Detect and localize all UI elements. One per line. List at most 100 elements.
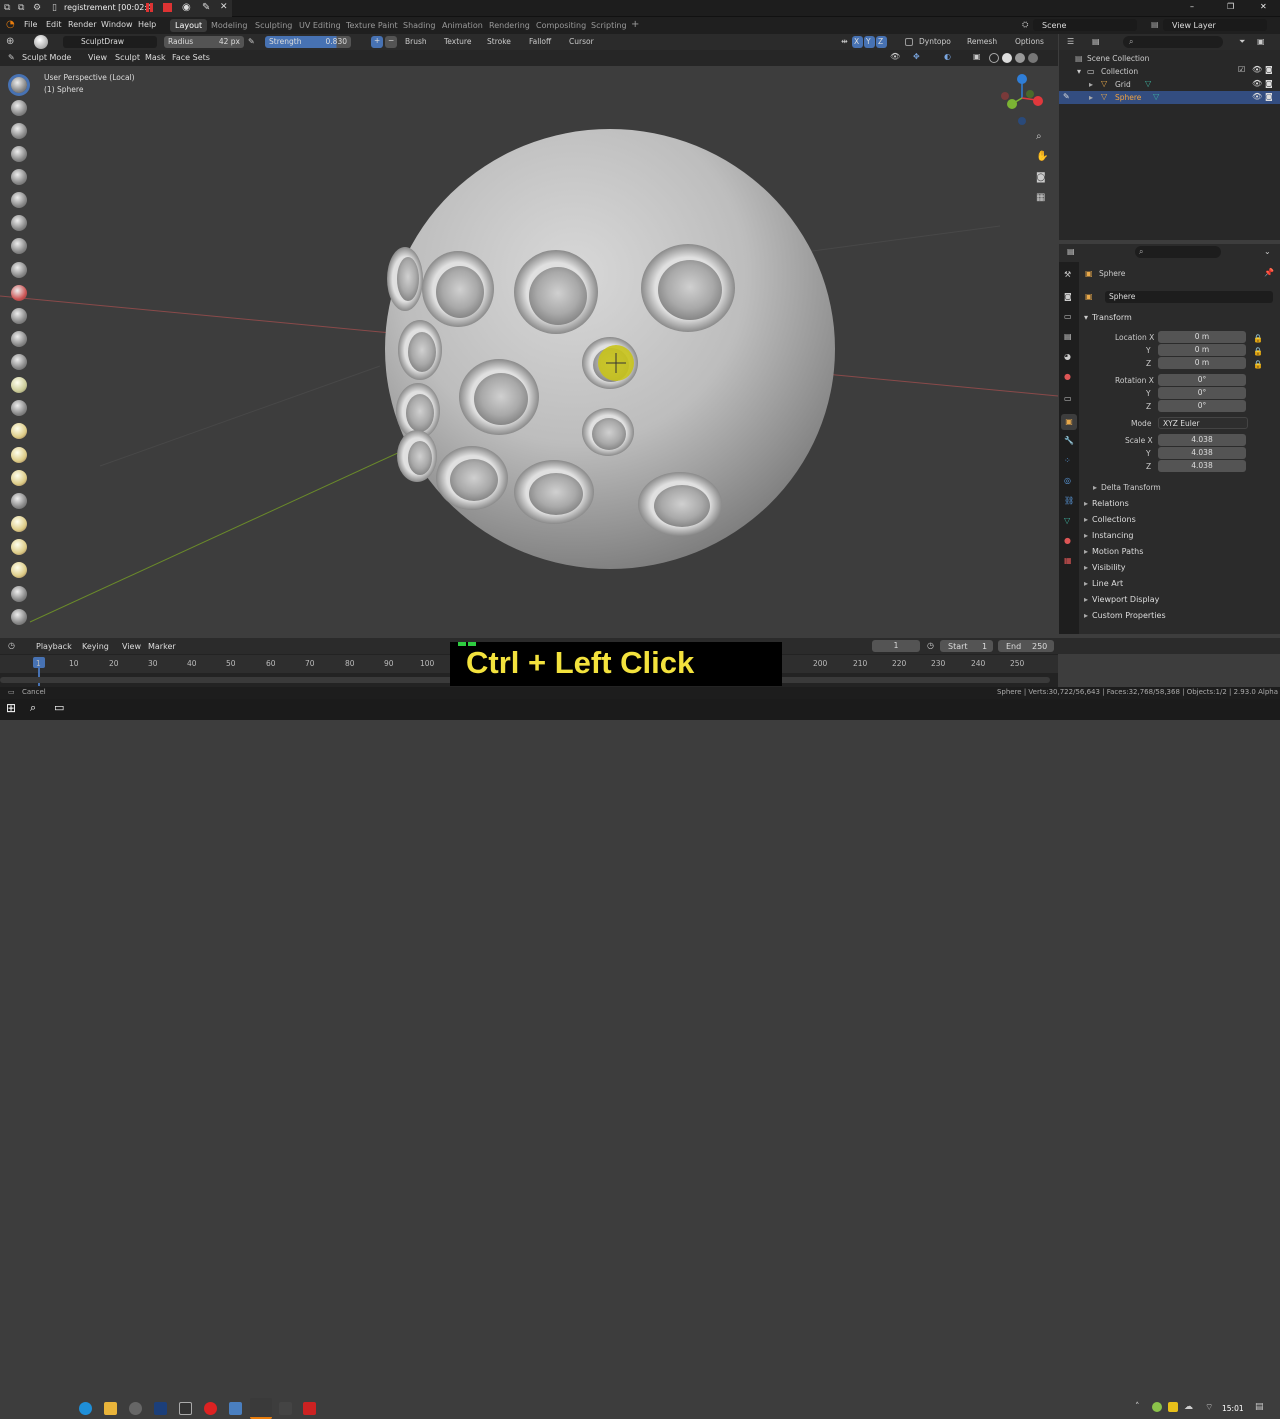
tool-multiplane-scrape-icon[interactable] [11,377,27,393]
rotation-mode-dropdown[interactable]: XYZ Euler [1158,417,1248,429]
pin-icon[interactable]: 📌 [1264,268,1274,277]
tool-grab-icon[interactable] [11,423,27,439]
location-x-field[interactable]: 0 m [1158,331,1246,343]
modifier-tab-icon[interactable]: 🔧 [1064,436,1074,445]
gizmo-toggle-icon[interactable]: ✥ [913,52,920,61]
tool-pose-icon[interactable] [11,516,27,532]
particles-tab-icon[interactable]: ⁘ [1064,456,1071,465]
tool-layer-icon[interactable] [11,192,27,208]
new-collection-icon[interactable]: ▣ [1257,37,1265,46]
menu-file[interactable]: File [24,20,37,29]
panel-viewport-display[interactable]: Viewport Display [1092,595,1159,604]
menu-render[interactable]: Render [68,20,96,29]
pan-hand-icon[interactable]: ✋ [1036,151,1048,162]
navigation-gizmo[interactable] [1001,74,1043,125]
tool-thumb-icon[interactable] [11,493,27,509]
sphere-render-icon[interactable]: ◙ [1265,92,1273,101]
brush-preview-icon[interactable] [34,35,48,49]
panel-relations[interactable]: Relations [1092,499,1129,508]
rotation-x-field[interactable]: 0° [1158,374,1246,386]
edge-browser-icon[interactable] [79,1402,92,1415]
render-tab-icon[interactable]: ◙ [1064,292,1072,301]
network-icon[interactable]: ☁ [1184,1402,1193,1412]
physics-tab-icon[interactable]: ◎ [1064,476,1071,485]
stroke-dropdown[interactable]: Stroke [487,37,511,46]
taskbar-clock[interactable]: 15:01 [1222,1404,1244,1413]
obs-icon[interactable] [129,1402,142,1415]
object-name-field[interactable]: Sphere [1105,291,1273,303]
brush-name-field[interactable]: SculptDraw [63,36,157,48]
app-icon[interactable] [179,1402,192,1415]
panel-motion-paths[interactable]: Motion Paths [1092,547,1143,556]
settings-icon[interactable]: ⚙ [33,3,41,13]
tool-boundary-icon[interactable] [11,609,27,625]
tool-inflate-icon[interactable] [11,215,27,231]
shading-solid-icon[interactable] [1002,53,1012,63]
ortho-grid-icon[interactable]: ▦ [1036,192,1045,203]
windows-start-icon[interactable]: ⊞ [6,701,19,715]
collection-render-icon[interactable]: ◙ [1265,65,1273,74]
menu-edit[interactable]: Edit [46,20,62,29]
axis-z-toggle[interactable]: Z [876,36,887,48]
rotation-z-field[interactable]: 0° [1158,400,1246,412]
overlay-toggle-icon[interactable]: ◐ [944,52,951,61]
scale-y-field[interactable]: 4.038 [1158,447,1246,459]
pdf-icon[interactable] [303,1402,316,1415]
dyntopo-dropdown[interactable]: Dyntopo [919,37,951,46]
visibility-icon[interactable]: 👁 [890,52,900,61]
sphere-visibility-icon[interactable]: 👁 [1252,92,1262,101]
texture-tab-icon[interactable]: ▦ [1064,556,1072,565]
location-z-field[interactable]: 0 m [1158,357,1246,369]
direction-subtract-button[interactable]: − [385,36,397,48]
tab-sculpting[interactable]: Sculpting [250,19,297,32]
scale-x-field[interactable]: 4.038 [1158,434,1246,446]
restore-button[interactable]: ❐ [1227,2,1234,15]
gamepad-icon[interactable] [279,1402,292,1415]
taskbar-search-icon[interactable]: ⌕ [30,701,43,714]
collection-tab-icon[interactable]: ▭ [1064,394,1072,403]
delta-transform-expand-icon[interactable]: ▸ [1093,483,1097,492]
camera-icon[interactable]: ◉ [182,2,191,13]
grid-visibility-icon[interactable]: 👁 [1252,79,1262,88]
properties-editor-icon[interactable]: ▤ [1067,247,1075,256]
display-mode-icon[interactable]: ▤ [1092,37,1100,46]
constraints-tab-icon[interactable]: ⛓ [1064,496,1074,505]
tool-smooth-icon[interactable] [11,285,27,301]
menu-keying[interactable]: Keying [82,642,109,651]
sphere-expand-icon[interactable]: ▸ [1089,93,1093,102]
minimize-button[interactable]: – [1190,2,1194,15]
rotation-y-field[interactable]: 0° [1158,387,1246,399]
tab-uv-editing[interactable]: UV Editing [294,19,346,32]
tool-clay-thumb-icon[interactable] [11,169,27,185]
tab-shading[interactable]: Shading [398,19,441,32]
tool-draw-icon[interactable] [11,77,27,93]
menu-face-sets[interactable]: Face Sets [172,53,210,62]
properties-options-icon[interactable]: ⌄ [1264,247,1271,256]
remesh-dropdown[interactable]: Remesh [967,37,997,46]
tool-flatten-icon[interactable] [11,308,27,324]
panel-line-art[interactable]: Line Art [1092,579,1123,588]
close-recorder-icon[interactable]: ✕ [220,2,228,12]
world-tab-icon[interactable]: ● [1064,372,1071,381]
menu-help[interactable]: Help [138,20,156,29]
outliner-search-input[interactable] [1123,36,1223,48]
tool-elastic-deform-icon[interactable] [11,447,27,463]
material-tab-icon[interactable]: ● [1064,536,1071,545]
falloff-dropdown[interactable]: Falloff [529,37,551,46]
panel-visibility[interactable]: Visibility [1092,563,1126,572]
tab-texture-paint[interactable]: Texture Paint [341,19,403,32]
menu-marker[interactable]: Marker [148,642,176,651]
axis-y-toggle[interactable]: Y [864,36,875,48]
collection-visibility-icon[interactable]: 👁 [1252,65,1262,74]
scene-tab-icon[interactable]: ◕ [1064,352,1071,361]
shading-rendered-icon[interactable] [1028,53,1038,63]
collection-label[interactable]: Collection [1101,67,1138,76]
tool-snake-hook-icon[interactable] [11,470,27,486]
stop-icon[interactable] [163,3,172,12]
tool-clay-strips-icon[interactable] [11,146,27,162]
data-tab-icon[interactable]: ▽ [1064,516,1070,525]
menu-view[interactable]: View [88,53,107,62]
tray-app-icon[interactable] [1168,1402,1178,1412]
grid-render-icon[interactable]: ◙ [1265,79,1273,88]
pause-icon[interactable] [146,3,149,12]
